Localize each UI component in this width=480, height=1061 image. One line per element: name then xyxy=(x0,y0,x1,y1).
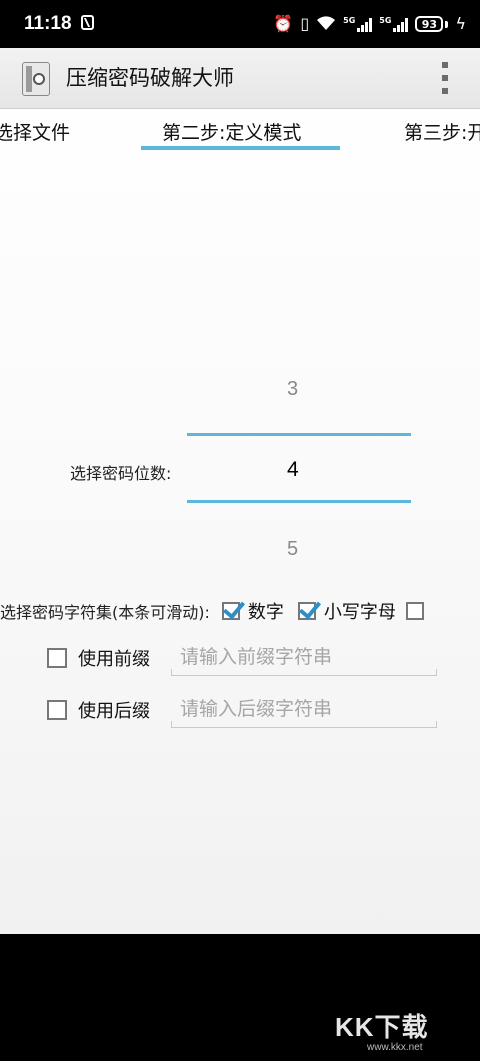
picker-current-value[interactable]: 4 xyxy=(287,458,299,482)
tab-select-file[interactable]: 选择文件 xyxy=(0,118,70,145)
charset-label: 选择密码字符集(本条可滑动): xyxy=(0,603,210,622)
picker-divider-bottom xyxy=(187,500,411,503)
tab-define-mode[interactable]: 第二步:定义模式 xyxy=(162,118,301,145)
suffix-label[interactable]: 使用后缀 xyxy=(78,697,150,723)
prefix-field[interactable] xyxy=(171,640,446,676)
signal-icon-2: 5G xyxy=(379,16,409,32)
signal-icon-1: 5G xyxy=(343,16,373,32)
status-bar: 11:18 ⏰ ▯ 5G 5G 93 ϟ xyxy=(0,0,480,48)
suffix-row[interactable]: 使用后缀 xyxy=(47,692,150,728)
zip-lock-icon xyxy=(22,62,50,96)
network-type-2: 5G xyxy=(379,16,392,25)
digits-label: 选择密码位数: xyxy=(70,464,172,483)
prefix-checkbox[interactable] xyxy=(47,648,67,668)
watermark-logo: KK下载 xyxy=(335,1012,429,1042)
picker-prev-value[interactable]: 3 xyxy=(287,378,298,401)
suffix-field[interactable] xyxy=(171,692,446,728)
app-title: 压缩密码破解大师 xyxy=(66,66,234,90)
status-icons: ⏰ ▯ 5G 5G 93 ϟ xyxy=(273,11,466,37)
action-bar: 压缩密码破解大师 xyxy=(0,48,480,109)
status-time: 11:18 xyxy=(24,13,72,34)
next-charset-checkbox[interactable] xyxy=(405,602,424,620)
alarm-icon: ⏰ xyxy=(273,14,294,33)
wifi-icon xyxy=(316,15,336,34)
vibrate-icon: ▯ xyxy=(300,14,310,33)
lowercase-option-label[interactable]: 小写字母 xyxy=(324,598,396,624)
lowercase-checkbox[interactable] xyxy=(297,602,316,620)
prefix-row[interactable]: 使用前缀 xyxy=(47,640,150,676)
battery-tip xyxy=(445,20,449,28)
prefix-input[interactable] xyxy=(171,640,446,674)
watermark-url: www.kkx.net xyxy=(367,1042,423,1053)
app-screen: 压缩密码破解大师 选择文件 第二步:定义模式 第三步:开 选择密码位数: 3 4… xyxy=(0,48,480,934)
prefix-label[interactable]: 使用前缀 xyxy=(78,645,150,671)
battery-icon: 93 xyxy=(415,16,444,32)
digits-option-label[interactable]: 数字 xyxy=(248,598,284,624)
tab-step-three[interactable]: 第三步:开 xyxy=(404,118,480,145)
suffix-checkbox[interactable] xyxy=(47,700,67,720)
charset-scroll-row[interactable]: 选择密码字符集(本条可滑动): 数字 小写字母 xyxy=(0,597,424,625)
overflow-menu-icon[interactable] xyxy=(442,62,448,94)
picker-next-value[interactable]: 5 xyxy=(287,538,298,561)
nfc-icon xyxy=(81,15,94,30)
charging-icon: ϟ xyxy=(455,14,466,33)
picker-divider-top xyxy=(187,433,411,436)
digits-checkbox[interactable] xyxy=(221,602,240,620)
tab-indicator xyxy=(141,146,340,150)
network-type-1: 5G xyxy=(343,16,356,25)
suffix-input[interactable] xyxy=(171,692,446,726)
